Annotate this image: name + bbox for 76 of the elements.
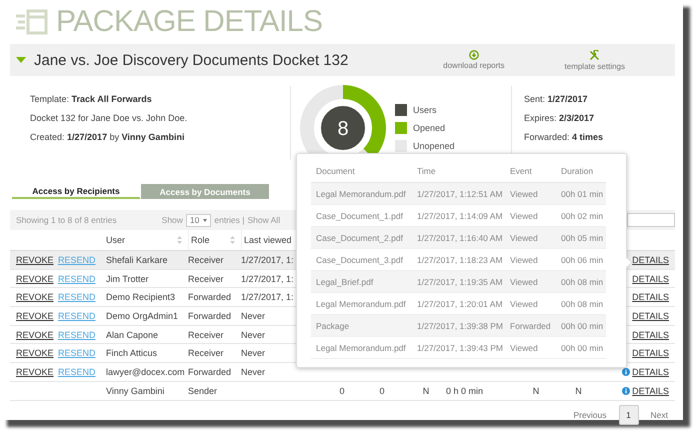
legend-label: Users bbox=[413, 105, 437, 115]
role-cell-text: Receiver bbox=[188, 348, 225, 358]
table-cell-text: 00h 01 min bbox=[561, 188, 604, 198]
table-cell-text: 1/27/2017, 1:18:23 AM bbox=[417, 254, 504, 264]
table-cell-text: 0 h 0 min bbox=[446, 386, 484, 396]
last-viewed-cell-text: Never bbox=[241, 330, 266, 340]
table-cell-text: N bbox=[574, 386, 583, 396]
column-header: Event bbox=[510, 166, 533, 176]
table-cell-text: Case_Document_1.pdf bbox=[316, 210, 404, 220]
table-cell-text: 0 bbox=[338, 386, 346, 396]
table-cell-text: Case_Document_2.pdf bbox=[316, 232, 404, 242]
table-cell-text: 00h 08 min bbox=[561, 276, 604, 286]
table-cell-text: Viewed bbox=[510, 210, 539, 220]
table-cell-text: Viewed bbox=[510, 254, 539, 264]
user-cell-text: Demo OrgAdmin1 bbox=[106, 310, 180, 321]
table-cell-text: Viewed bbox=[510, 276, 539, 286]
table-cell-text: Legal Memorandum.pdf bbox=[316, 188, 407, 198]
legend-label: Opened bbox=[413, 123, 446, 133]
role-cell-text: Sender bbox=[188, 386, 218, 396]
table-cell-text: N bbox=[422, 386, 430, 396]
role-cell-text: Forwarded bbox=[188, 292, 232, 302]
column-header: Duration bbox=[561, 166, 594, 176]
user-cell-text: Alan Capone bbox=[106, 330, 160, 340]
user-cell-text: Shefali Karkare bbox=[106, 254, 169, 265]
table-cell-text: Package bbox=[316, 320, 350, 330]
package-info-text: Template: Track All Forwards bbox=[30, 94, 153, 104]
user-cell-text: Finch Atticus bbox=[106, 348, 158, 358]
column-header: Time bbox=[417, 166, 437, 176]
table-cell-text: Case_Document_3.pdf bbox=[316, 254, 404, 264]
legend-label: Unopened bbox=[413, 141, 455, 151]
role-cell-text: Receiver bbox=[188, 254, 225, 265]
last-viewed-cell-text: Never bbox=[241, 366, 266, 377]
show-label: Show bbox=[162, 215, 183, 225]
table-cell-text: 1/27/2017, 1:39:43 PM bbox=[417, 342, 504, 352]
table-cell-text: 1/27/2017, 1:14:09 AM bbox=[417, 210, 504, 220]
role-cell-text: Receiver bbox=[188, 330, 225, 340]
package-date-text: Sent: 1/27/2017 bbox=[524, 94, 589, 104]
table-cell-text: Legal Memorandum.pdf bbox=[316, 298, 407, 308]
package-info-text: Docket 132 for Jane Doe vs. John Doe. bbox=[30, 113, 188, 123]
table-cell-text: 00h 06 min bbox=[561, 254, 604, 264]
table-cell-text: 00h 05 min bbox=[561, 232, 604, 242]
last-viewed-cell-text: 1/27/2017, 1: bbox=[241, 292, 295, 302]
table-cell-text: Viewed bbox=[510, 342, 539, 352]
table-cell-text: 00h 00 min bbox=[561, 342, 604, 352]
role-cell-text: Receiver bbox=[188, 274, 225, 284]
table-cell-text: 00h 02 min bbox=[561, 210, 604, 220]
package-info-text: Created: 1/27/2017 by Vinny Gambini bbox=[30, 132, 186, 142]
package-title: Jane vs. Joe Discovery Documents Docket 132 bbox=[34, 52, 348, 68]
user-cell-text: Demo Recipient3 bbox=[106, 292, 176, 302]
last-viewed-cell-text: Never bbox=[241, 310, 266, 321]
package-date-text: Forwarded: 4 times bbox=[524, 132, 604, 142]
table-cell-text: Viewed bbox=[510, 188, 539, 198]
user-cell-text: lawyer@docex.com bbox=[106, 366, 186, 377]
package-date-text: Expires: 2/3/2017 bbox=[524, 113, 596, 123]
table-cell-text: N bbox=[532, 386, 540, 396]
table-cell-text: 00h 08 min bbox=[561, 298, 604, 308]
table-cell-text: 1/27/2017, 1:39:38 PM bbox=[417, 320, 504, 330]
table-cell-text: Legal Memorandum.pdf bbox=[316, 342, 407, 352]
user-cell-text: Vinny Gambini bbox=[106, 386, 166, 396]
table-cell-text: 1/27/2017, 1:20:01 AM bbox=[417, 298, 504, 308]
table-cell-text: Viewed bbox=[510, 298, 539, 308]
table-cell-text: Viewed bbox=[510, 232, 539, 242]
role-cell-text: Forwarded bbox=[188, 366, 232, 377]
column-header: Document bbox=[316, 166, 356, 176]
table-cell-text: 0 bbox=[378, 386, 386, 396]
role-cell-text: Forwarded bbox=[188, 310, 232, 321]
table-cell-text: 1/27/2017, 1:16:40 AM bbox=[417, 232, 504, 242]
table-cell-text: 1/27/2017, 1:12:51 AM bbox=[417, 188, 504, 198]
page-title: PACKAGE DETAILS bbox=[56, 7, 322, 37]
table-cell-text: Forwarded bbox=[510, 320, 552, 330]
user-cell-text: Jim Trotter bbox=[106, 274, 150, 284]
entries-info-text: Showing 1 to 8 of 8 entries bbox=[16, 215, 117, 225]
table-cell-text: 1/27/2017, 1:19:35 AM bbox=[417, 276, 504, 286]
table-cell-text: Legal_Brief.pdf bbox=[316, 276, 374, 286]
table-cell-text: 00h 00 min bbox=[561, 320, 604, 330]
entries-label: entries | bbox=[214, 215, 244, 225]
